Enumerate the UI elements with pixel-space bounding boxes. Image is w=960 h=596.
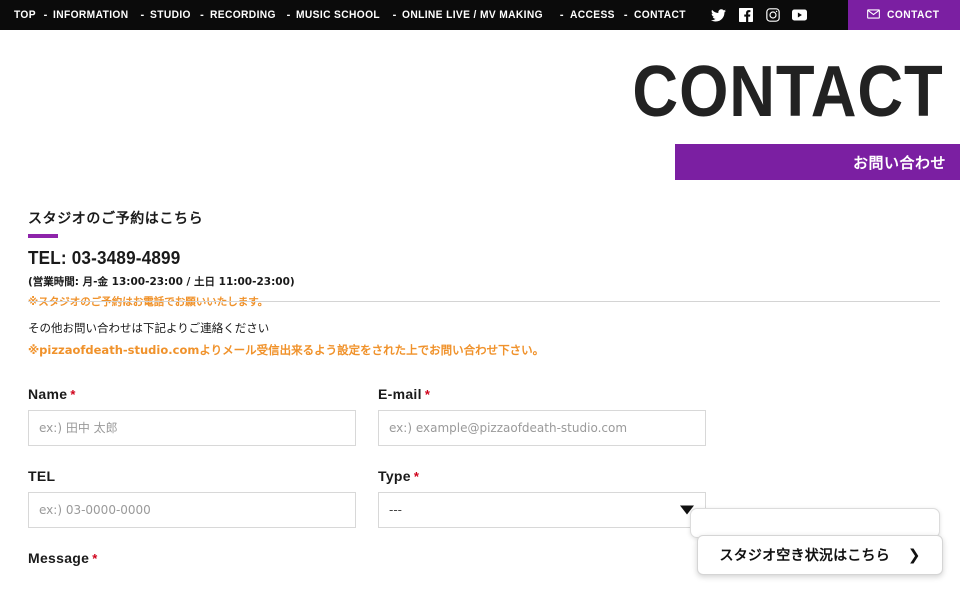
email-input[interactable]	[378, 410, 706, 446]
form-row-name-email: Name* E-mail*	[28, 386, 706, 446]
other-contact-email-notice: ※pizzaofdeath-studio.comよりメール受信出来るよう設定をさ…	[28, 343, 545, 357]
top-navigation-bar: TOP - INFORMATION - STUDIO - RECORDING -…	[0, 0, 960, 30]
nav-item-music-school[interactable]: MUSIC SCHOOL	[296, 9, 380, 21]
nav-item-online-live-mv-making[interactable]: ONLINE LIVE / MV MAKING	[402, 9, 543, 21]
social-icon-group	[711, 8, 808, 23]
field-tel-label-text: TEL	[28, 468, 56, 484]
nav-item-contact[interactable]: CONTACT	[634, 9, 686, 21]
nav-item-recording[interactable]: RECORDING	[210, 9, 276, 21]
field-message-label: Message *	[28, 550, 706, 566]
nav-separator: -	[200, 9, 204, 21]
envelope-icon	[866, 6, 880, 24]
nav-separator: -	[392, 9, 397, 21]
tel-input[interactable]	[28, 492, 356, 528]
reservation-heading-underline	[28, 234, 58, 238]
field-tel-label: TEL	[28, 468, 356, 484]
field-name-label-text: Name	[28, 386, 68, 402]
floating-button-partial[interactable]	[690, 508, 940, 538]
reservation-heading: スタジオのご予約はこちら	[28, 211, 204, 227]
field-email-label-text: E-mail	[378, 386, 422, 402]
field-message-label-text: Message	[28, 550, 90, 566]
other-contact-instruction: その他お問い合わせは下記よりご連絡ください	[28, 321, 270, 335]
nav-item-access[interactable]: ACCESS	[570, 9, 615, 21]
section-divider	[28, 301, 940, 302]
contact-form: Name* E-mail* TEL Type* ---	[28, 386, 706, 596]
chevron-right-icon: ❯	[907, 546, 921, 564]
field-type-label: Type *	[378, 468, 706, 484]
studio-availability-label: スタジオ空き状況はこちら	[719, 548, 890, 564]
field-name: Name *	[28, 386, 356, 446]
other-contact-section: その他お問い合わせは下記よりご連絡ください ※pizzaofdeath-stud…	[28, 320, 544, 358]
nav-separator: -	[559, 9, 564, 21]
nav-item-studio[interactable]: STUDIO	[150, 9, 191, 21]
page-title-band: お問い合わせ	[675, 144, 960, 180]
nav-separator: -	[623, 9, 628, 21]
form-row-message: Message *	[28, 550, 706, 574]
field-type: Type * ---	[378, 468, 706, 528]
facebook-icon[interactable]	[738, 8, 753, 23]
studio-reservation-section: スタジオのご予約はこちら TEL: 03-3489-4899 (営業時間: 月-…	[28, 208, 928, 309]
reservation-phone-number: TEL: 03-3489-4899	[28, 248, 181, 268]
studio-availability-floating-button[interactable]: スタジオ空き状況はこちら ❯	[697, 535, 943, 575]
required-asterisk: *	[413, 469, 420, 484]
nav-separator: -	[140, 9, 145, 21]
field-email-label: E-mail *	[378, 386, 706, 402]
main-nav-menu: TOP - INFORMATION - STUDIO - RECORDING -…	[14, 8, 808, 23]
youtube-icon[interactable]	[792, 8, 808, 23]
twitter-icon[interactable]	[711, 8, 727, 23]
form-row-tel-type: TEL Type* ---	[28, 468, 706, 528]
field-type-label-text: Type	[378, 468, 411, 484]
instagram-icon[interactable]	[765, 8, 780, 23]
field-name-label: Name *	[28, 386, 356, 402]
page-title-band-label: お問い合わせ	[852, 153, 946, 172]
page-title: CONTACT	[632, 52, 944, 132]
reservation-business-hours: (営業時間: 月-金 13:00-23:00 / 土日 11:00-23:00)	[28, 276, 295, 288]
nav-separator: -	[43, 9, 48, 21]
field-message: Message *	[28, 550, 706, 574]
type-select[interactable]: ---	[378, 492, 706, 528]
header-contact-button-label: CONTACT	[886, 9, 940, 21]
field-email: E-mail *	[378, 386, 706, 446]
header-contact-button[interactable]: CONTACT	[848, 0, 960, 30]
nav-separator: -	[286, 9, 291, 21]
required-asterisk: *	[424, 387, 431, 402]
required-asterisk: *	[92, 551, 98, 566]
name-input[interactable]	[28, 410, 356, 446]
required-asterisk: *	[70, 387, 76, 402]
nav-item-information[interactable]: INFORMATION	[53, 9, 129, 21]
field-tel: TEL	[28, 468, 356, 528]
nav-item-top[interactable]: TOP	[14, 9, 36, 21]
type-select-wrapper: ---	[378, 492, 706, 528]
